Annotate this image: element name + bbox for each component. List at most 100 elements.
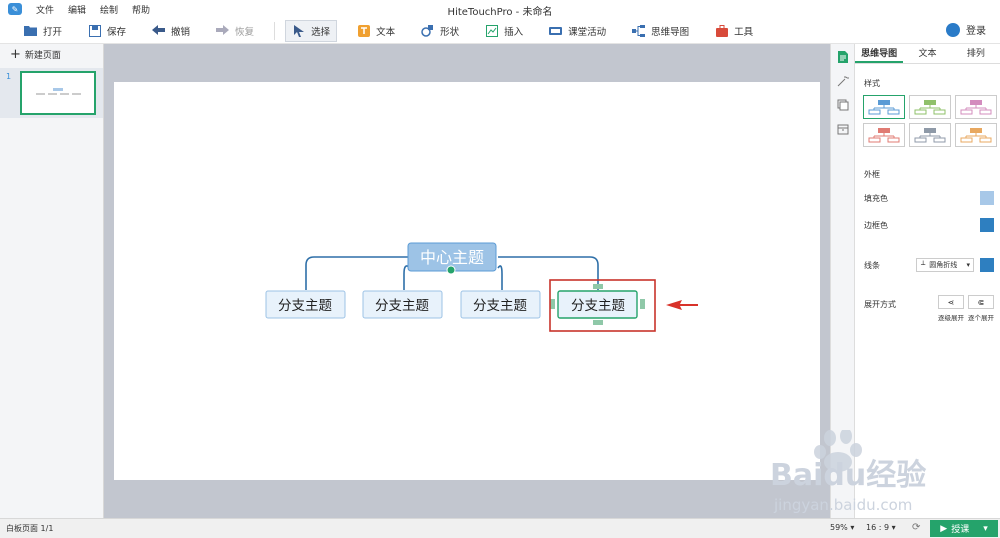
menu-edit[interactable]: 编辑 [68, 3, 86, 16]
present-label: 授课 [951, 525, 970, 535]
zoom-control[interactable]: 59% ▾ [830, 523, 854, 532]
insert-icon [485, 24, 498, 37]
present-button[interactable]: ▶ 授课 ▾ [930, 520, 998, 537]
border-color-row: 边框色 [864, 217, 994, 233]
fill-color-swatch[interactable] [980, 191, 994, 205]
fill-color-label: 填充色 [864, 193, 888, 203]
select-label: 选择 [311, 26, 331, 38]
folder-icon [24, 24, 37, 37]
shape-button[interactable]: 形状 [415, 20, 465, 42]
expand-level-icon: ⋖ [938, 295, 964, 309]
mindmap-button[interactable]: 思维导图 [626, 20, 695, 42]
magic-wand-icon[interactable] [836, 74, 850, 88]
app-logo-icon: ✎ [8, 3, 22, 15]
document-icon[interactable] [836, 50, 850, 64]
style-grid [863, 95, 1000, 147]
tab-text[interactable]: 文本 [903, 44, 951, 63]
select-button[interactable]: 选择 [285, 19, 338, 42]
user-avatar-icon [946, 22, 960, 37]
undo-label: 撤销 [171, 26, 191, 38]
activity-icon [549, 24, 563, 37]
add-bottom-handle [593, 320, 603, 325]
menu-bar: ✎ 文件 编辑 绘制 帮助 [0, 0, 1000, 18]
line-label: 线条 [864, 260, 880, 270]
save-icon [88, 24, 101, 37]
menu-draw[interactable]: 绘制 [100, 3, 118, 16]
style-section-label: 样式 [864, 79, 880, 88]
mindmap-icon [632, 24, 646, 37]
page-number: 1 [6, 72, 12, 81]
insert-label: 插入 [504, 26, 524, 38]
mindmap-style-2[interactable] [909, 95, 951, 119]
zoom-value: 59% [830, 523, 848, 532]
mindmap-style-3[interactable] [955, 95, 997, 119]
undo-button[interactable]: 撤销 [146, 20, 196, 42]
plus-icon: + [10, 46, 21, 62]
open-button[interactable]: 打开 [18, 20, 68, 42]
new-page-label: 新建页面 [24, 50, 61, 61]
redo-button[interactable]: 恢复 [210, 20, 260, 42]
expand-row: 展开方式 ⋖ 逐级展开 ⋐ 逐个展开 [864, 295, 994, 325]
sync-icon[interactable]: ⟳ [912, 522, 920, 533]
layers-icon[interactable] [836, 98, 850, 112]
expand-options: ⋖ 逐级展开 ⋐ 逐个展开 [934, 295, 994, 322]
save-label: 保存 [107, 26, 127, 38]
tab-mindmap[interactable]: 思维导图 [855, 44, 904, 63]
branch-topic-text-4: 分支主题 [571, 298, 625, 314]
chevron-down-icon: ▾ [983, 523, 988, 534]
line-style-dropdown[interactable]: ┴ 圆角折线 ▾ [916, 258, 974, 272]
expand-each-button[interactable]: ⋐ 逐个展开 [968, 295, 994, 322]
border-section-label: 外框 [864, 170, 880, 179]
whiteboard-canvas[interactable]: 中心主题 分支主题 分支主题 分支主题 分支主题 [114, 82, 820, 480]
page-thumbnail-row[interactable]: 1 [0, 68, 103, 118]
redo-label: 恢复 [235, 26, 255, 38]
panel-tabs: 思维导图 文本 排列 [855, 44, 1000, 64]
line-style-value: 圆角折线 [929, 261, 958, 269]
mindmap-style-1[interactable] [863, 95, 905, 119]
expand-level-button[interactable]: ⋖ 逐级展开 [938, 295, 964, 322]
text-button[interactable]: 文本 [351, 20, 401, 42]
expand-label: 展开方式 [864, 300, 896, 309]
menu-help[interactable]: 帮助 [132, 3, 150, 16]
canvas-area: 中心主题 分支主题 分支主题 分支主题 分支主题 [104, 44, 830, 518]
menu-file[interactable]: 文件 [36, 3, 54, 16]
ratio-value: 16 : 9 [866, 523, 890, 532]
expand-each-label: 逐个展开 [968, 314, 994, 322]
shape-icon [421, 24, 434, 37]
open-label: 打开 [43, 26, 63, 38]
text-label: 文本 [376, 26, 396, 38]
new-page-button[interactable]: + 新建页面 [0, 44, 103, 64]
mindmap-style-5[interactable] [909, 123, 951, 147]
text-icon [357, 24, 370, 37]
login-label: 登录 [966, 26, 986, 37]
archive-icon[interactable] [836, 122, 850, 136]
class-activity-button[interactable]: 课堂活动 [543, 20, 612, 42]
chevron-down-icon: ▾ [966, 261, 970, 269]
class-activity-label: 课堂活动 [568, 26, 607, 38]
mindmap-style-4[interactable] [863, 123, 905, 147]
branch-topic-text-3: 分支主题 [473, 298, 527, 314]
branch-topic-text-1: 分支主题 [278, 298, 332, 314]
insert-button[interactable]: 插入 [479, 20, 529, 42]
expand-each-icon: ⋐ [968, 295, 994, 309]
property-panel: 思维导图 文本 排列 样式 外框 填充色 边框色 线条 ┴ 圆角折线 ▾ 展开方… [854, 44, 1000, 518]
annotation-arrow [666, 300, 698, 310]
branch-topic-text-2: 分支主题 [375, 298, 429, 314]
center-topic-text: 中心主题 [420, 248, 484, 267]
mindmap-label: 思维导图 [651, 26, 690, 38]
tools-button[interactable]: 工具 [709, 20, 759, 42]
page-thumbnail[interactable] [20, 71, 96, 115]
border-color-swatch[interactable] [980, 218, 994, 232]
mindmap-style-6[interactable] [955, 123, 997, 147]
tab-arrange[interactable]: 排列 [952, 44, 1000, 63]
center-expand-handle [446, 265, 456, 275]
page-status: 白板页面 1/1 [6, 524, 54, 533]
status-bar: 白板页面 1/1 59% ▾ 16 : 9 ▾ ⟳ ▶ 授课 ▾ [0, 518, 1000, 538]
fill-color-row: 填充色 [864, 190, 994, 206]
login-button[interactable]: 登录 [946, 22, 986, 37]
line-color-swatch[interactable] [980, 258, 994, 272]
toolbar-divider [274, 21, 276, 40]
line-row: 线条 ┴ 圆角折线 ▾ [864, 257, 994, 273]
aspect-ratio-control[interactable]: 16 : 9 ▾ [866, 523, 896, 532]
save-button[interactable]: 保存 [82, 20, 132, 42]
